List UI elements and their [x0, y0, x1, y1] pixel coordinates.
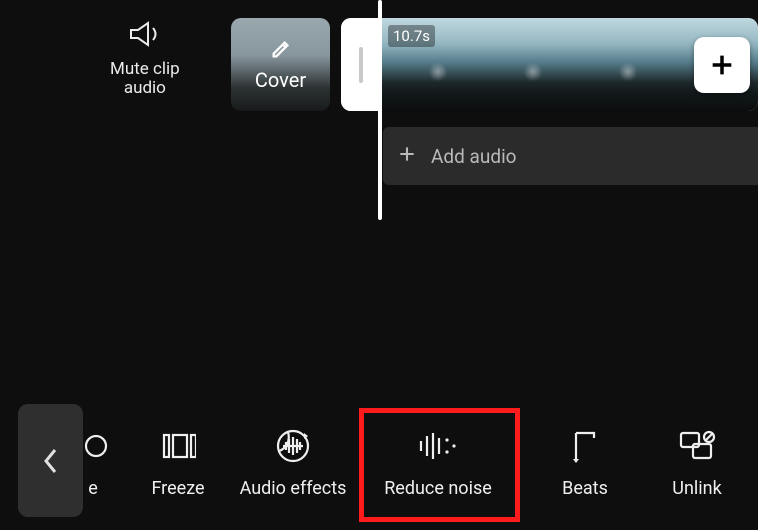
unlink-icon: [678, 426, 716, 466]
timeline-area: Mute clip audio Cover 10.7s: [0, 0, 758, 225]
tool-unlink-label: Unlink: [672, 478, 721, 499]
speaker-icon: [128, 20, 162, 52]
reduce-noise-icon: [416, 426, 460, 466]
bottom-toolbar: e Freeze Audio effects: [0, 407, 758, 517]
tool-item-beats[interactable]: Beats: [540, 412, 630, 512]
add-audio-label: Add audio: [431, 145, 517, 168]
mute-clip-audio-label: Mute clip audio: [110, 60, 180, 97]
tool-reduce-noise-label: Reduce noise: [384, 478, 492, 499]
tool-item-reduce-noise[interactable]: Reduce noise: [373, 412, 503, 512]
tool-item-unlink[interactable]: Unlink: [652, 412, 742, 512]
clip-duration-badge: 10.7s: [388, 25, 435, 47]
clip-thumbnails[interactable]: 10.7s: [381, 18, 758, 111]
mute-clip-audio-button[interactable]: Mute clip audio: [110, 20, 180, 97]
tool-freeze-label: Freeze: [151, 478, 204, 499]
tool-item-freeze[interactable]: Freeze: [128, 412, 228, 512]
freeze-icon: [160, 426, 196, 466]
tool-audio-effects-label: Audio effects: [240, 478, 347, 499]
plus-icon: [397, 144, 417, 168]
audio-effects-icon: [274, 426, 312, 466]
clip-thumbnail: [571, 18, 666, 111]
clip-trim-handle-left[interactable]: [341, 18, 381, 111]
video-clip-track[interactable]: 10.7s: [341, 18, 758, 111]
tool-partial-label: e: [88, 478, 98, 499]
back-button[interactable]: [18, 404, 83, 517]
add-audio-track[interactable]: Add audio: [383, 127, 758, 185]
pencil-icon: [270, 38, 292, 64]
tool-beats-label: Beats: [562, 478, 608, 499]
tool-item-audio-effects[interactable]: Audio effects: [228, 412, 358, 512]
clip-thumbnail: [476, 18, 571, 111]
cover-button[interactable]: Cover: [231, 18, 330, 111]
playhead[interactable]: [378, 0, 382, 220]
beats-icon: [570, 426, 600, 466]
add-clip-button[interactable]: [694, 37, 750, 93]
cover-label: Cover: [255, 68, 306, 92]
